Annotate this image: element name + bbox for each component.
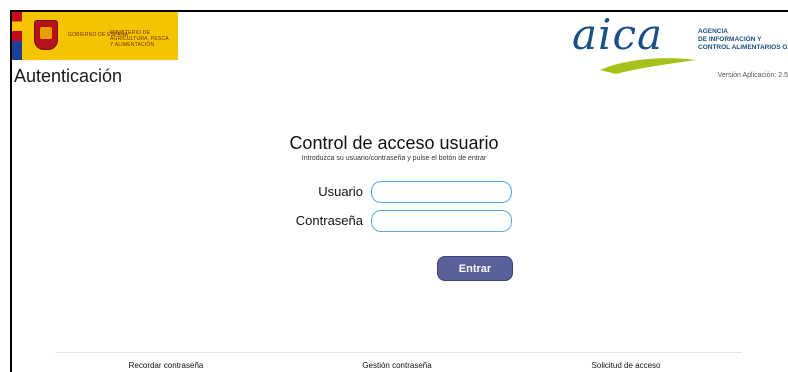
gov-line2: MINISTERIO DE AGRICULTURA, PESCA Y ALIME… bbox=[110, 30, 169, 48]
aica-org-name: AGENCIA DE INFORMACIÓN Y CONTROL ALIMENT… bbox=[698, 28, 788, 51]
aica-logo: aica AGENCIA DE INFORMACIÓN Y CONTROL AL… bbox=[568, 10, 788, 78]
request-access-link[interactable]: Solicitud de acceso bbox=[536, 361, 716, 370]
page-title: Autenticación bbox=[14, 66, 123, 86]
username-input[interactable] bbox=[371, 181, 512, 203]
manage-password-link[interactable]: Gestión contraseña bbox=[307, 361, 487, 370]
gobierno-logo: GOBIERNO DE ESPAÑA MINISTERIO DE AGRICUL… bbox=[12, 12, 178, 60]
spain-flag-icon bbox=[12, 12, 22, 60]
login-subtitle: Introduzca su usuario/contraseña y pulse… bbox=[301, 155, 487, 162]
remember-password-link[interactable]: Recordar contraseña bbox=[76, 361, 256, 370]
password-label: Contraseña bbox=[295, 213, 363, 228]
aica-wordmark: aica bbox=[572, 10, 664, 59]
footer-divider bbox=[55, 352, 742, 353]
password-input[interactable] bbox=[371, 210, 512, 232]
username-label: Usuario bbox=[318, 184, 363, 199]
aica-swoosh-icon bbox=[600, 58, 696, 74]
enter-button[interactable]: Entrar bbox=[437, 256, 513, 281]
coat-of-arms-icon bbox=[34, 20, 58, 50]
app-version: Versión Aplicación: 2.5 bbox=[717, 72, 788, 79]
login-title: Control de acceso usuario bbox=[289, 133, 499, 153]
